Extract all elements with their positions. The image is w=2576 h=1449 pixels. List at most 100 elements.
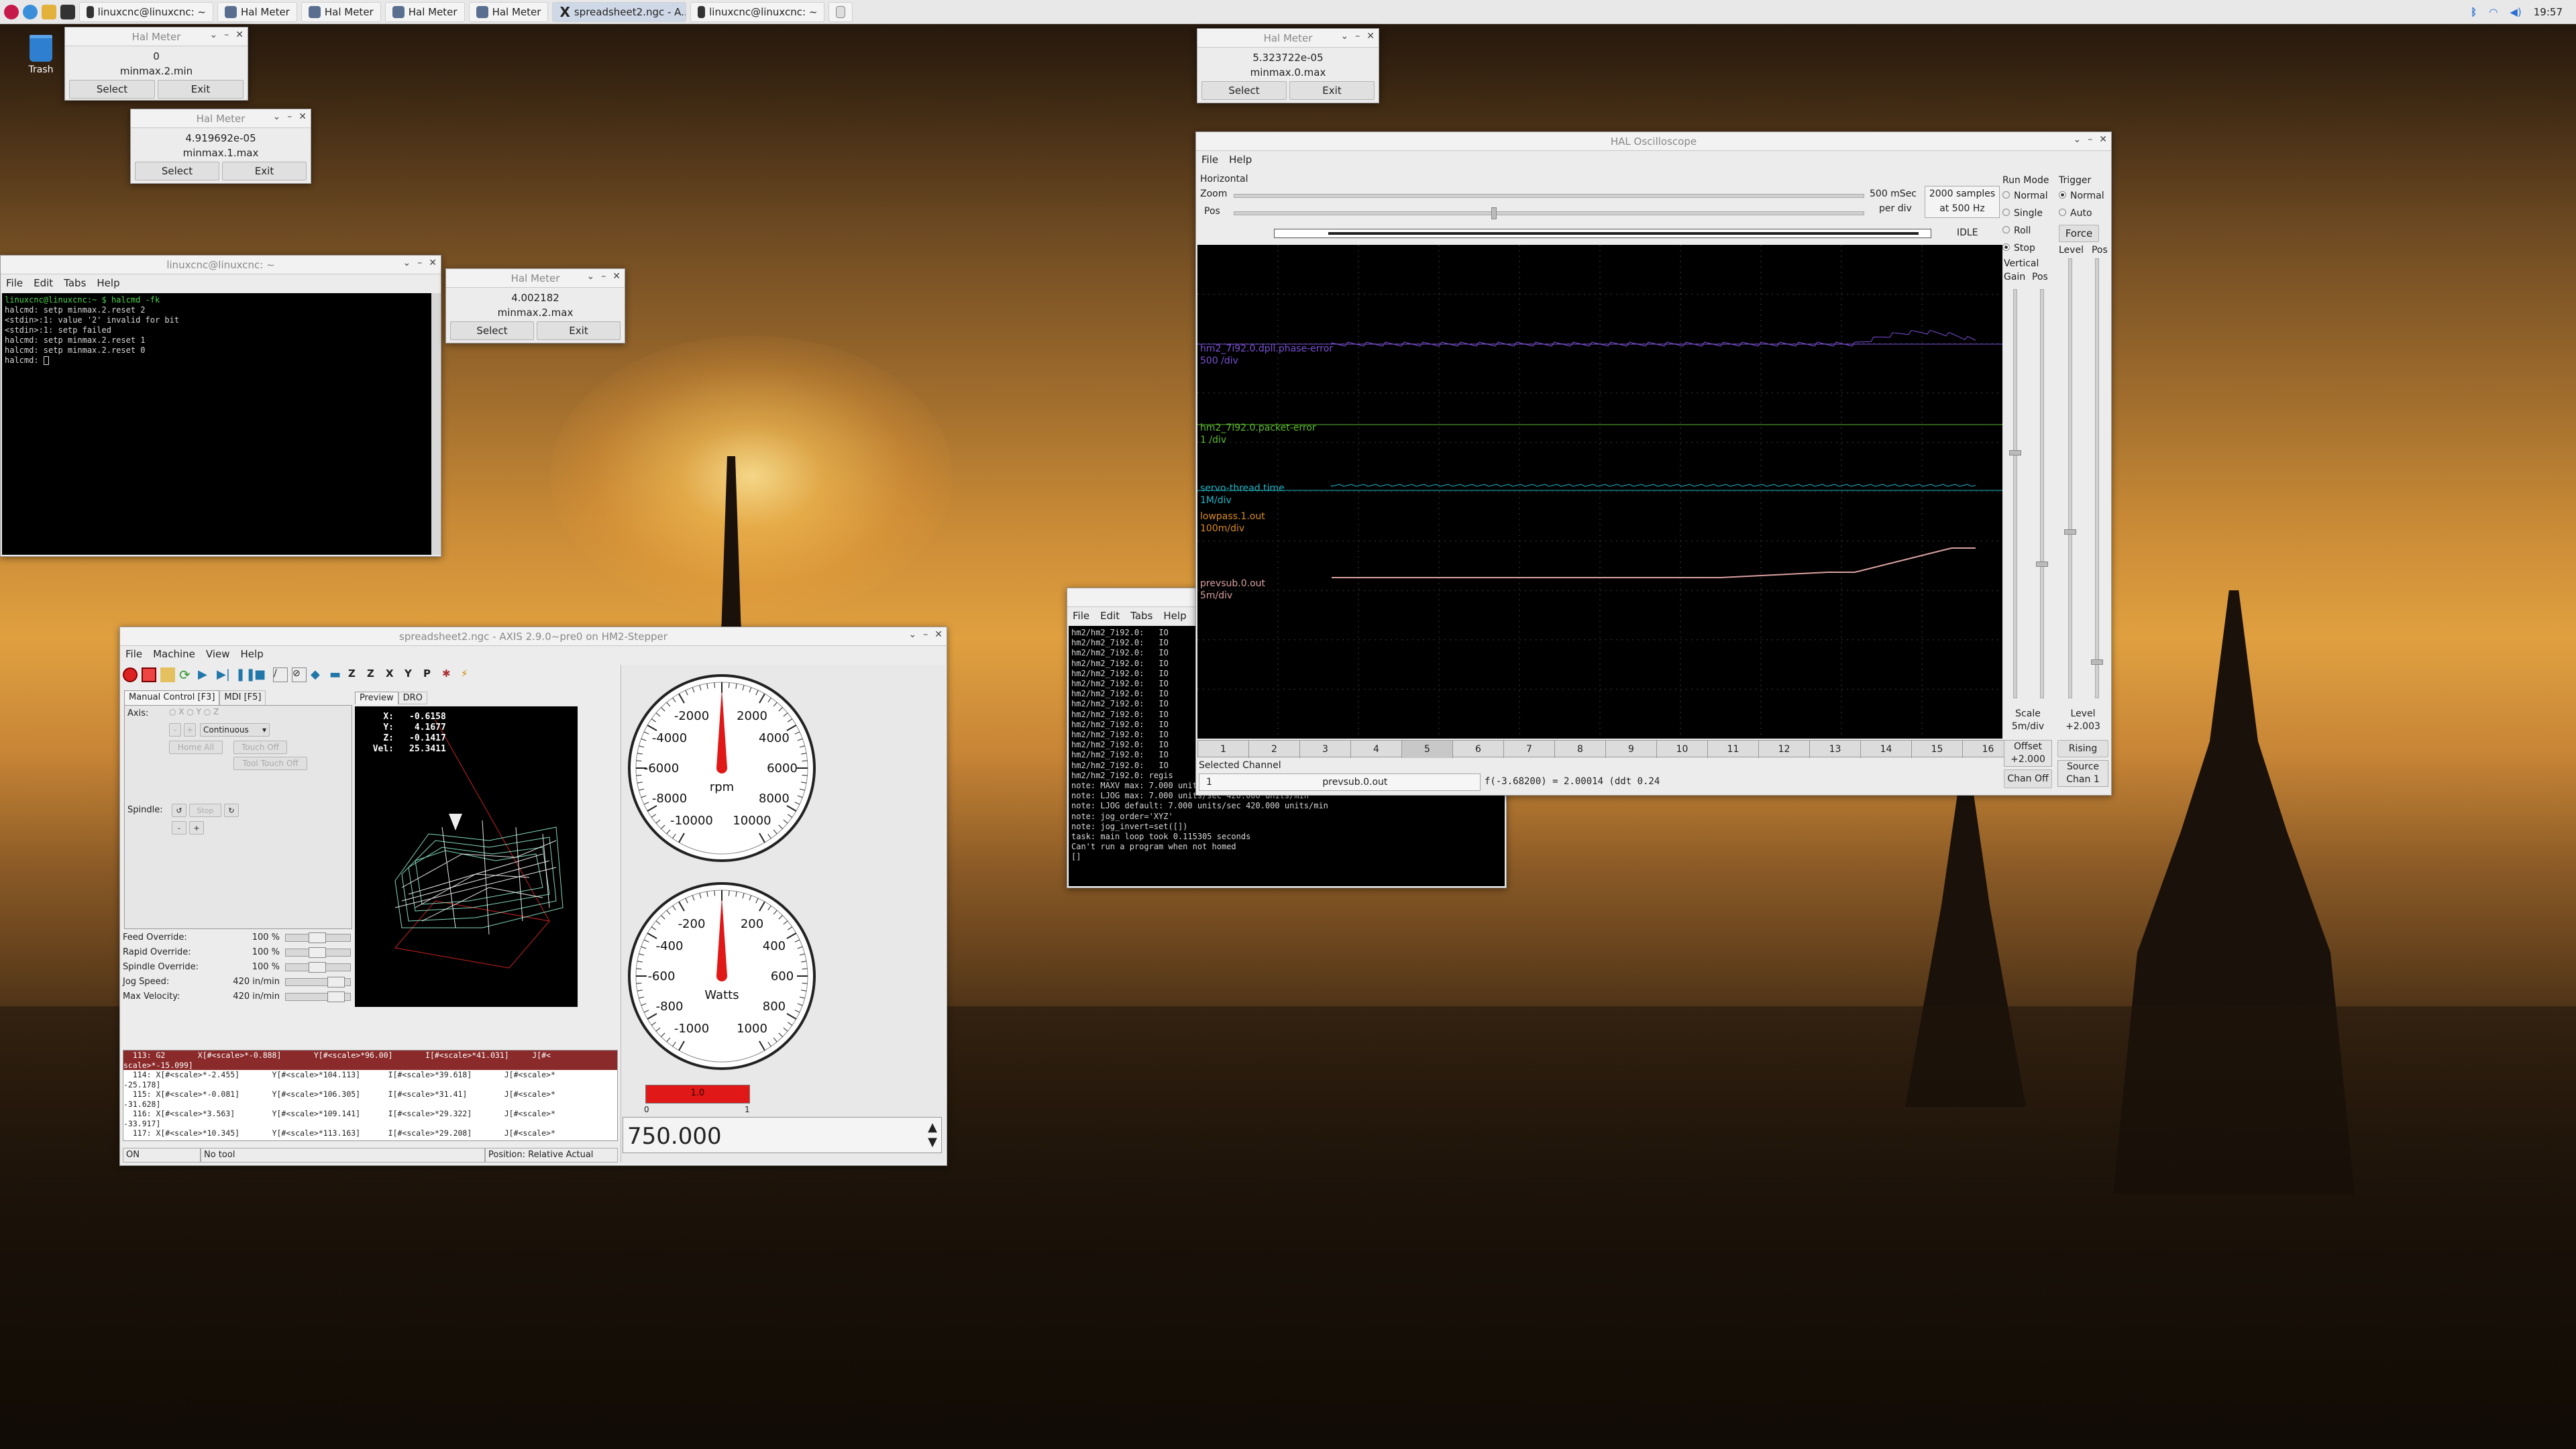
zoom-out-icon[interactable]: ▬	[329, 667, 344, 682]
menu-tabs[interactable]: Tabs	[64, 277, 86, 289]
jog-plus-button[interactable]: +	[184, 723, 196, 737]
power-icon[interactable]	[142, 667, 156, 682]
menu-edit[interactable]: Edit	[1100, 610, 1120, 622]
channel-button-11[interactable]: 11	[1708, 741, 1759, 758]
spindle-forward-button[interactable]: ↻	[224, 804, 239, 817]
close-icon[interactable]: ✕	[612, 271, 621, 282]
block-delete-icon[interactable]: /	[273, 667, 288, 682]
optional-stop-icon[interactable]: ⊘	[292, 667, 307, 682]
menu-view[interactable]: View	[206, 648, 230, 660]
override-slider-handle[interactable]	[327, 991, 345, 1002]
override-slider[interactable]	[285, 977, 351, 987]
offset-button[interactable]: Offset +2.000	[2004, 740, 2052, 767]
gcode-line[interactable]: 117: X[#<scale>*10.345] Y[#<scale>*113.1…	[123, 1128, 617, 1138]
trigger-pos-slider[interactable]	[2095, 258, 2099, 698]
spindle-faster-button[interactable]: +	[189, 821, 204, 835]
exit-button[interactable]: Exit	[158, 80, 244, 99]
taskbar-item-scope[interactable]	[828, 1, 853, 22]
menu-file[interactable]: File	[1073, 610, 1089, 622]
gain-slider[interactable]	[2013, 289, 2017, 698]
spinbox[interactable]: 750.000 ▲ ▼	[623, 1117, 942, 1153]
raspberry-menu-icon[interactable]	[4, 4, 19, 19]
reload-icon[interactable]: ⟳	[179, 667, 194, 682]
menu-edit[interactable]: Edit	[34, 277, 53, 289]
rotate-icon[interactable]: ✱	[442, 667, 457, 682]
level-slider[interactable]	[2068, 258, 2072, 698]
view-p-icon[interactable]: P	[423, 667, 438, 682]
gain-slider-handle[interactable]	[2009, 450, 2021, 455]
minimize-icon[interactable]: –	[1355, 31, 1360, 42]
view-z2-icon[interactable]: Z	[367, 667, 382, 682]
run-mode-normal[interactable]: Normal	[2002, 187, 2056, 205]
clock[interactable]: 19:57	[2534, 6, 2563, 18]
file-manager-icon[interactable]	[42, 4, 56, 19]
channel-button-6[interactable]: 6	[1453, 741, 1504, 758]
axis-radio-group[interactable]: ○ X ○ Y ○ Z	[169, 707, 219, 716]
menu-file[interactable]: File	[1201, 154, 1218, 166]
gcode-line[interactable]: 116: X[#<scale>*3.563] Y[#<scale>*109.14…	[123, 1109, 617, 1119]
chevron-down-icon[interactable]: ⌄	[1341, 31, 1349, 42]
channel-button-8[interactable]: 8	[1555, 741, 1606, 758]
override-slider-handle[interactable]	[327, 977, 345, 987]
title-bar[interactable]: linuxcnc@linuxcnc: ~ ⌄ – ✕	[1, 256, 441, 274]
select-button[interactable]: Select	[1201, 81, 1287, 100]
override-slider-handle[interactable]	[309, 947, 326, 958]
chevron-down-icon[interactable]: ⌄	[2074, 134, 2082, 145]
pause-icon[interactable]: ❚❚	[235, 667, 256, 682]
taskbar-item-halmeter-1[interactable]: Hal Meter	[217, 1, 297, 22]
gcode-line[interactable]: 115: X[#<scale>*-0.081] Y[#<scale>*106.3…	[123, 1089, 617, 1099]
terminal-output[interactable]: linuxcnc@linuxcnc:~ $ halcmd -fk halcmd:…	[2, 293, 431, 555]
jog-minus-button[interactable]: -	[169, 723, 181, 737]
title-bar[interactable]: Hal Meter ⌄ – ✕	[446, 269, 625, 288]
minimize-icon[interactable]: –	[923, 629, 928, 640]
bluetooth-icon[interactable]: ᛒ	[2471, 6, 2477, 18]
title-bar[interactable]: spreadsheet2.ngc - AXIS 2.9.0~pre0 on HM…	[120, 627, 947, 646]
channel-button-1[interactable]: 1	[1198, 741, 1249, 758]
tool-touch-off-button[interactable]: Tool Touch Off	[233, 757, 307, 770]
minimize-icon[interactable]: –	[417, 258, 422, 268]
scope-plot[interactable]: hm2_7i92.0.dpll.phase-error 500 /div hm2_…	[1197, 245, 2002, 739]
menu-help[interactable]: Help	[1229, 154, 1252, 166]
close-icon[interactable]: ✕	[235, 30, 244, 40]
close-icon[interactable]: ✕	[299, 111, 307, 122]
spindle-slower-button[interactable]: -	[172, 821, 186, 835]
trigger-auto[interactable]: Auto	[2059, 205, 2110, 222]
trash-desktop-icon[interactable]: Trash	[20, 35, 62, 75]
pos-slider[interactable]	[1234, 211, 1864, 215]
vpos-slider-handle[interactable]	[2036, 561, 2048, 567]
channel-button-10[interactable]: 10	[1657, 741, 1708, 758]
channel-button-9[interactable]: 9	[1606, 741, 1657, 758]
spin-up-icon[interactable]: ▲	[928, 1120, 937, 1134]
close-icon[interactable]: ✕	[1366, 31, 1375, 42]
tab-mdi[interactable]: MDI [F5]	[219, 690, 266, 706]
run-mode-roll[interactable]: Roll	[2002, 222, 2056, 239]
override-slider-handle[interactable]	[309, 962, 326, 973]
stop-icon[interactable]: ■	[254, 667, 269, 682]
channel-button-5[interactable]: 5	[1402, 741, 1453, 758]
spin-down-icon[interactable]: ▼	[928, 1135, 937, 1149]
gcode-line[interactable]: 113: G2 X[#<scale>*-0.888] Y[#<scale>*96…	[123, 1051, 617, 1061]
taskbar-item-axis[interactable]: Xspreadsheet2.ngc - A...	[552, 1, 687, 22]
taskbar-item-halmeter-2[interactable]: Hal Meter	[301, 1, 381, 22]
trigger-pos-slider-handle[interactable]	[2091, 659, 2103, 665]
preview-canvas[interactable]: X: -0.6158 Y: 4.1677 Z: -0.1417 Vel: 25.…	[355, 706, 578, 1007]
override-slider[interactable]	[285, 962, 351, 973]
run-mode-stop[interactable]: Stop	[2002, 239, 2056, 257]
close-icon[interactable]: ✕	[2099, 134, 2107, 145]
terminal-launcher-icon[interactable]	[60, 4, 75, 19]
gcode-listing[interactable]: 113: G2 X[#<scale>*-0.888] Y[#<scale>*96…	[123, 1050, 618, 1141]
scrollbar[interactable]	[431, 293, 441, 555]
selected-channel-box[interactable]: 1 prevsub.0.out	[1199, 773, 1481, 791]
tab-manual-control[interactable]: Manual Control [F3]	[124, 690, 220, 706]
channel-button-13[interactable]: 13	[1810, 741, 1861, 758]
zoom-slider[interactable]	[1234, 194, 1864, 198]
gcode-line[interactable]: -25.178]	[123, 1080, 617, 1090]
view-z-icon[interactable]: Z	[348, 667, 363, 682]
gcode-line[interactable]: -31.628]	[123, 1099, 617, 1110]
browser-icon[interactable]	[23, 4, 38, 19]
menu-machine[interactable]: Machine	[153, 648, 195, 660]
taskbar-item-terminal-2[interactable]: linuxcnc@linuxcnc: ~	[690, 1, 825, 22]
channel-button-7[interactable]: 7	[1504, 741, 1555, 758]
menu-tabs[interactable]: Tabs	[1130, 610, 1152, 622]
title-bar[interactable]: Hal Meter ⌄ – ✕	[131, 109, 311, 128]
